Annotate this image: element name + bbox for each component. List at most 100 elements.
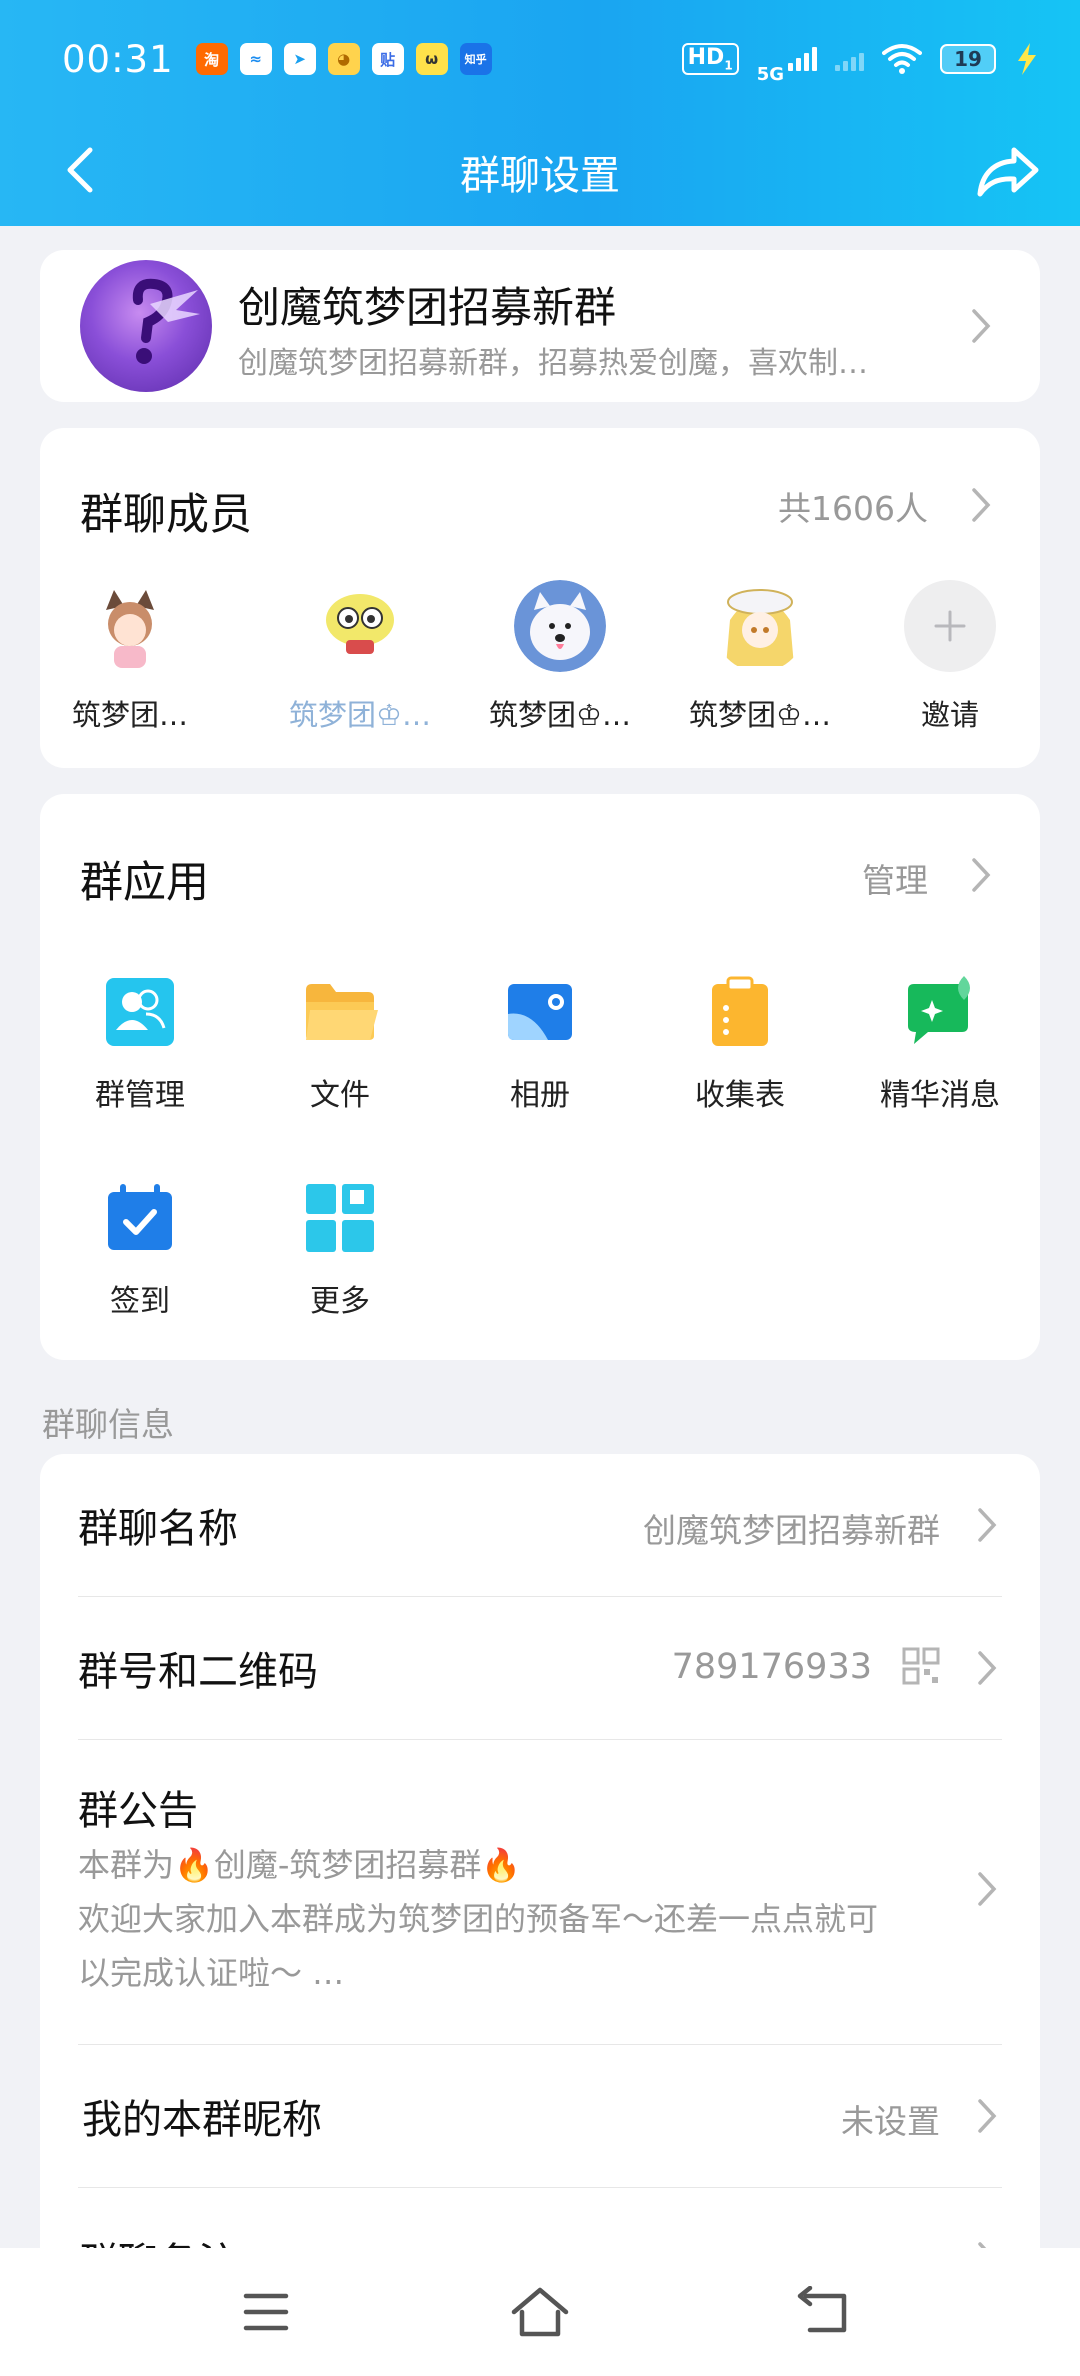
chevron-right-icon — [972, 858, 991, 892]
my-nickname-key: 我的本群昵称 — [82, 2097, 322, 2143]
chevron-right-icon — [978, 1651, 997, 1685]
group-notice-key: 群公告 — [78, 1788, 198, 1834]
status-time: 00:31 — [62, 37, 174, 81]
chevron-right-icon — [972, 488, 991, 522]
member-name: 筑梦团♔… — [489, 698, 631, 732]
apps-manage-link[interactable]: 管理 — [840, 854, 1000, 904]
chevron-right-icon — [978, 2099, 997, 2133]
app-label: 更多 — [310, 1284, 370, 1319]
group-name-value: 创魔筑梦团招募新群 — [643, 1511, 940, 1550]
home-icon[interactable] — [508, 2284, 572, 2340]
member-item[interactable]: 筑梦团♔… — [289, 580, 431, 734]
group-description: 创魔筑梦团招募新群，招募热爱创魔，喜欢制… — [238, 346, 868, 381]
folder-icon — [306, 984, 378, 1040]
notice-line: 欢迎大家加入本群成为筑梦团的预备军～还差一点点就可 — [78, 1900, 879, 1938]
my-nickname-value: 未设置 — [841, 2102, 940, 2141]
notice-line: 本群为🔥创魔-筑梦团招募群🔥 — [78, 1846, 522, 1884]
app-check-in[interactable]: 签到 — [60, 1180, 220, 1320]
essence-message-icon — [908, 976, 970, 1044]
members-count-link[interactable]: 共1606人 — [700, 482, 1000, 532]
system-navigation-bar — [0, 2248, 1080, 2376]
cloud-app-icon: ≈ — [239, 43, 272, 75]
invite-button[interactable]: 邀请 — [880, 580, 1020, 734]
hd-indicator: HD1 — [681, 43, 739, 75]
network-type: 5G — [756, 63, 784, 85]
app-label: 相册 — [510, 1078, 570, 1113]
member-name: 筑梦团♔… — [289, 698, 431, 732]
app-album[interactable]: 相册 — [460, 974, 620, 1114]
group-name-key: 群聊名称 — [78, 1506, 238, 1552]
tieba-icon: 贴 — [371, 43, 404, 75]
plus-icon — [904, 580, 996, 672]
calendar-check-icon — [108, 1184, 172, 1250]
member-avatar — [514, 580, 606, 672]
member-name: 筑梦团♔… — [689, 698, 831, 732]
taobao-icon: 淘 — [195, 43, 228, 75]
notice-line: 以完成认证啦～ … — [78, 1954, 345, 1992]
app-label: 文件 — [310, 1078, 370, 1113]
my-nickname-row[interactable]: 我的本群昵称 未设置 — [78, 2045, 1002, 2187]
member-name: 筑梦团… — [71, 698, 188, 732]
status-bar: 00:31 淘 ≈ ➤ ◕ 贴 ω 知乎 HD1 5G 19 — [0, 0, 1080, 118]
app-group-manage[interactable]: 群管理 — [60, 974, 220, 1114]
member-item[interactable]: 筑梦团♔… — [689, 580, 831, 734]
chevron-right-icon — [978, 1508, 997, 1542]
app-label: 签到 — [110, 1284, 170, 1319]
apps-title: 群应用 — [80, 858, 209, 908]
charging-icon — [1018, 43, 1036, 75]
notification-icons: 淘 ≈ ➤ ◕ 贴 ω 知乎 — [195, 43, 492, 75]
members-card: 群聊成员 共1606人 筑梦团… 筑梦团♔… 筑梦团♔… 筑梦团♔… 邀请 — [40, 428, 1040, 768]
photo-album-icon — [508, 984, 572, 1040]
app-label: 收集表 — [695, 1078, 785, 1113]
info-section-label: 群聊信息 — [42, 1405, 174, 1444]
signal-icon — [788, 47, 817, 71]
group-avatar — [80, 260, 212, 392]
group-notice-content: 本群为🔥创魔-筑梦团招募群🔥 欢迎大家加入本群成为筑梦团的预备军～还差一点点就可… — [78, 1838, 998, 2000]
page-title: 群聊设置 — [460, 153, 620, 199]
back-button[interactable] — [52, 140, 112, 200]
member-avatar — [84, 580, 176, 672]
app-files[interactable]: 文件 — [260, 974, 420, 1114]
battery-level: 19 — [954, 47, 982, 71]
group-name-row[interactable]: 群聊名称 创魔筑梦团招募新群 — [78, 1454, 1002, 1596]
app-label: 群管理 — [95, 1078, 185, 1113]
nav-bar: 群聊设置 — [0, 118, 1080, 226]
bunny-app-icon: ω — [415, 43, 448, 75]
app-essence-messages[interactable]: 精华消息 — [860, 974, 1020, 1114]
group-profile-card[interactable]: 创魔筑梦团招募新群 创魔筑梦团招募新群，招募热爱创魔，喜欢制… — [40, 250, 1040, 402]
member-item[interactable]: 筑梦团♔… — [489, 580, 631, 734]
member-item[interactable]: 筑梦团… — [60, 580, 200, 734]
members-count: 共1606人 — [778, 489, 928, 528]
back-nav-icon[interactable] — [796, 2286, 852, 2338]
qr-code-icon — [902, 1647, 940, 1685]
app-label: 精华消息 — [880, 1078, 1000, 1113]
status-indicators: HD1 5G 19 — [681, 34, 1040, 85]
member-avatar — [314, 580, 406, 672]
paper-plane-icon: ➤ — [283, 43, 316, 75]
more-grid-icon — [306, 1184, 374, 1252]
app-more[interactable]: 更多 — [260, 1180, 420, 1320]
group-name: 创魔筑梦团招募新群 — [238, 283, 617, 332]
wifi-icon — [882, 44, 922, 74]
clipboard-icon — [712, 976, 768, 1046]
member-avatar — [714, 580, 806, 672]
share-button[interactable] — [974, 136, 1044, 206]
group-manage-icon — [106, 978, 174, 1046]
manage-label: 管理 — [862, 861, 928, 900]
chevron-right-icon — [972, 309, 991, 343]
group-apps-card: 群应用 管理 群管理 文件 相册 收集表 精华消息 签到 更多 — [40, 794, 1040, 1360]
app-header: 00:31 淘 ≈ ➤ ◕ 贴 ω 知乎 HD1 5G 19 群聊设置 — [0, 0, 1080, 226]
signal-secondary-icon — [835, 47, 864, 71]
invite-label: 邀请 — [920, 698, 979, 732]
group-number-row[interactable]: 群号和二维码 789176933 — [78, 1597, 1002, 1739]
members-title: 群聊成员 — [80, 490, 252, 540]
battery-icon: 19 — [940, 44, 996, 74]
app-collection-form[interactable]: 收集表 — [660, 974, 820, 1114]
group-logo-icon — [132, 278, 200, 364]
group-number-key: 群号和二维码 — [78, 1649, 318, 1695]
group-number-value: 789176933 — [671, 1647, 872, 1687]
group-info-card: 群聊名称 创魔筑梦团招募新群 群号和二维码 789176933 群公告 本群为🔥… — [40, 1454, 1040, 2354]
zhihu-icon: 知乎 — [459, 43, 492, 75]
menu-icon[interactable] — [242, 2290, 290, 2334]
duck-app-icon: ◕ — [327, 43, 360, 75]
